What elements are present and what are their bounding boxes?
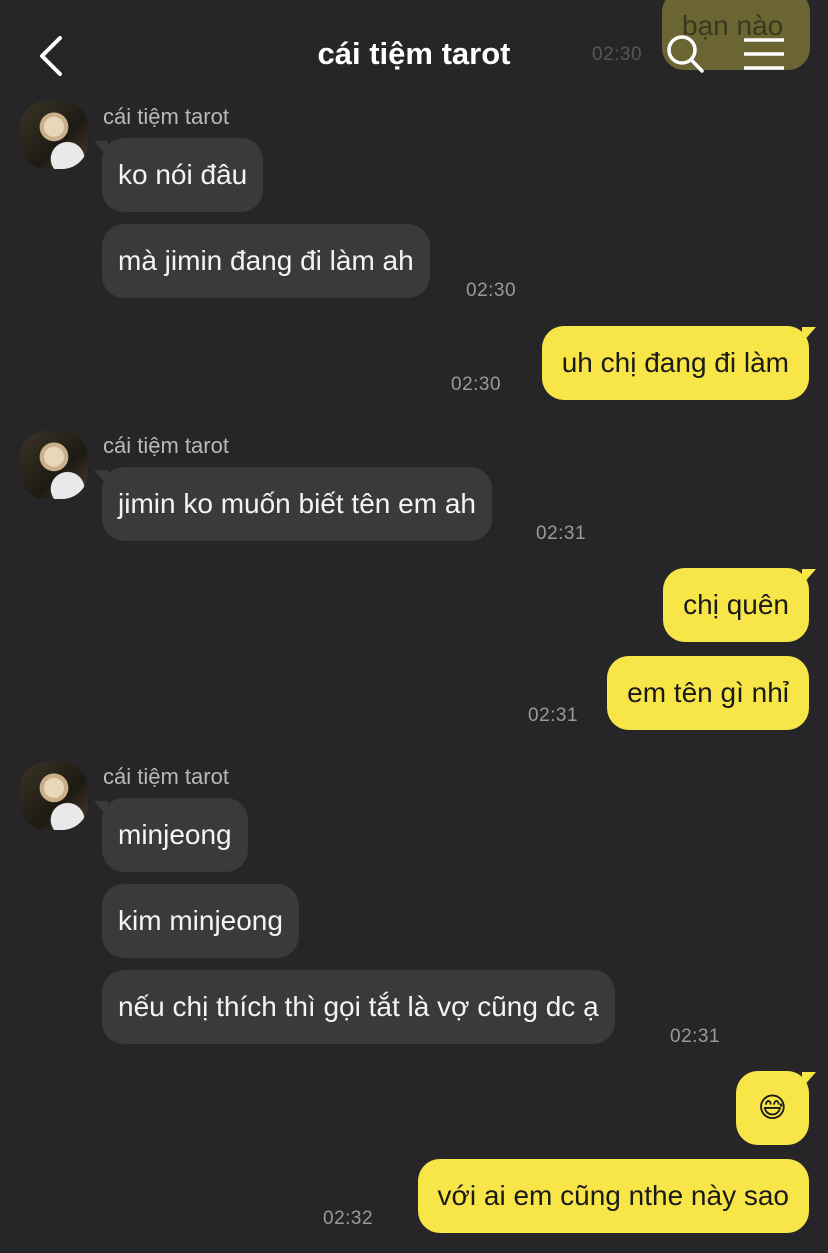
sender-name: cái tiệm tarot <box>103 433 229 458</box>
bubble-tail <box>802 1072 816 1088</box>
outgoing-message[interactable]: uh chị đang đi làm <box>541 326 809 400</box>
message-time: 02:32 <box>323 1208 374 1229</box>
search-icon <box>667 35 704 73</box>
bubble-tail <box>802 569 816 585</box>
menu-button[interactable] <box>742 36 786 72</box>
outgoing-emoji-message[interactable]: 😅 <box>735 1071 809 1145</box>
hamburger-menu-icon <box>744 38 784 70</box>
bubble-tail <box>802 327 816 343</box>
message-time: 02:30 <box>466 280 517 301</box>
header-bar: cái tiệm tarot <box>0 0 828 100</box>
incoming-message[interactable]: minjeong <box>102 798 248 872</box>
outgoing-message[interactable]: chị quên <box>663 568 809 642</box>
sender-name: cái tiệm tarot <box>103 104 229 129</box>
sender-name: cái tiệm tarot <box>103 764 229 789</box>
incoming-message[interactable]: kim minjeong <box>102 884 299 958</box>
outgoing-message[interactable]: em tên gì nhỉ <box>607 656 809 730</box>
message-time: 02:30 <box>451 374 502 395</box>
sender-avatar[interactable] <box>20 101 88 169</box>
outgoing-message[interactable]: với ai em cũng nthe này sao <box>417 1159 809 1233</box>
incoming-message[interactable]: mà jimin đang đi làm ah <box>102 224 430 298</box>
incoming-message[interactable]: nếu chị thích thì gọi tắt là vợ cũng dc … <box>102 970 615 1044</box>
message-time: 02:31 <box>536 523 587 544</box>
sender-avatar[interactable] <box>20 431 88 499</box>
sender-avatar[interactable] <box>20 762 88 830</box>
incoming-message[interactable]: jimin ko muốn biết tên em ah <box>102 467 492 541</box>
message-time: 02:31 <box>528 705 579 726</box>
incoming-message[interactable]: ko nói đâu <box>102 138 264 212</box>
search-button[interactable] <box>664 32 706 76</box>
message-time: 02:31 <box>670 1026 721 1047</box>
